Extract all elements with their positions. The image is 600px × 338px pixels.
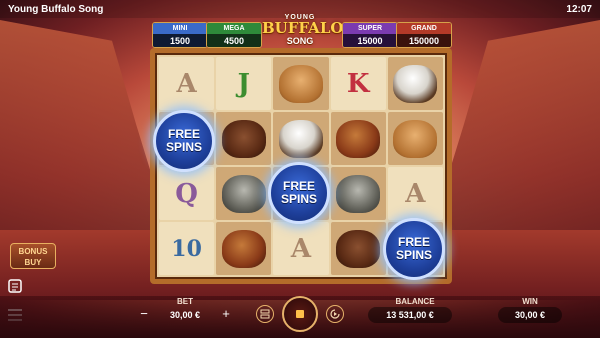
symbol-letter: 10 bbox=[171, 235, 202, 262]
reel-symbol-letter: A bbox=[159, 57, 215, 110]
autoplay-icon[interactable] bbox=[256, 305, 274, 323]
free-spins-text-2: SPINS bbox=[165, 140, 202, 154]
reel-symbol-horse bbox=[216, 222, 272, 275]
free-spins-text-2: SPINS bbox=[280, 192, 317, 206]
symbol-letter: J bbox=[237, 68, 250, 99]
wolf-icon bbox=[336, 174, 381, 213]
bonus-buy-line-1: BONUS bbox=[18, 247, 48, 256]
free-spins-text-2: SPINS bbox=[395, 248, 432, 262]
spin-button[interactable] bbox=[282, 296, 318, 332]
win-value: 30,00 € bbox=[498, 307, 562, 323]
jackpot-super-value: 15000 bbox=[343, 34, 397, 47]
reel-symbol-wolf bbox=[216, 167, 272, 220]
reel-symbol-bison bbox=[216, 112, 272, 165]
win-label: WIN bbox=[522, 297, 538, 306]
reel-symbol-letter: Q bbox=[159, 167, 215, 220]
free-spins-badge: FREE SPINS bbox=[153, 110, 215, 172]
bet-decrease-button[interactable]: − bbox=[136, 306, 152, 322]
jackpot-mega: MEGA 4500 bbox=[206, 22, 262, 48]
jackpot-grand: GRAND 150000 bbox=[396, 22, 452, 48]
reel-symbol-eagle bbox=[273, 112, 329, 165]
reel-symbol-cougar bbox=[387, 112, 443, 165]
turbo-icon[interactable] bbox=[326, 305, 344, 323]
reel-symbol-letter: J bbox=[216, 57, 272, 110]
reel-symbol-letter: A bbox=[387, 167, 443, 220]
jackpot-mini-label: MINI bbox=[153, 23, 207, 34]
eagle-icon bbox=[393, 64, 438, 103]
cougar-icon bbox=[278, 64, 323, 103]
bison-icon bbox=[221, 119, 266, 158]
bison-icon bbox=[336, 229, 381, 268]
reel-symbol-letter: K bbox=[330, 57, 386, 110]
bonus-buy-button[interactable]: BONUS BUY bbox=[10, 243, 56, 269]
jackpot-mini-value: 1500 bbox=[153, 34, 207, 47]
jackpot-super-label: SUPER bbox=[343, 23, 397, 34]
logo-line-3: SONG bbox=[286, 36, 314, 46]
jackpot-mega-label: MEGA bbox=[207, 23, 261, 34]
eagle-icon bbox=[278, 119, 323, 158]
paytable-icon[interactable] bbox=[8, 279, 24, 293]
reel-symbol-letter: A bbox=[273, 222, 329, 275]
jackpot-mega-value: 4500 bbox=[207, 34, 261, 47]
bet-label: BET bbox=[177, 297, 193, 306]
reel-symbol-bison bbox=[330, 222, 386, 275]
free-spins-badge: FREE SPINS bbox=[383, 218, 445, 280]
stop-spin-icon bbox=[296, 310, 304, 318]
cougar-icon bbox=[393, 119, 438, 158]
bet-increase-button[interactable]: + bbox=[218, 306, 234, 322]
game-title: Young Buffalo Song bbox=[8, 3, 104, 15]
jackpot-grand-value: 150000 bbox=[397, 34, 451, 47]
symbol-letter: K bbox=[346, 68, 370, 99]
reel-symbol-wolf bbox=[330, 167, 386, 220]
free-spins-badge: FREE SPINS bbox=[268, 162, 330, 224]
symbol-letter: A bbox=[405, 178, 426, 209]
reel-symbol-horse bbox=[330, 112, 386, 165]
balance-value: 13 531,00 € bbox=[368, 307, 452, 323]
symbol-letter: A bbox=[176, 68, 197, 99]
wolf-icon bbox=[221, 174, 266, 213]
bet-value: 30,00 € bbox=[169, 310, 201, 320]
jackpot-grand-label: GRAND bbox=[397, 23, 451, 34]
clock: 12:07 bbox=[566, 3, 592, 15]
symbol-letter: A bbox=[290, 233, 312, 264]
reel-symbol-cougar bbox=[273, 57, 329, 110]
reel-symbol-eagle bbox=[387, 57, 443, 110]
reel-symbol-letter: 10 bbox=[159, 222, 215, 275]
jackpot-super: SUPER 15000 bbox=[342, 22, 398, 48]
symbol-letter: Q bbox=[175, 178, 198, 209]
balance-label: BALANCE bbox=[395, 297, 435, 306]
bonus-buy-line-2: BUY bbox=[24, 258, 42, 267]
horse-icon bbox=[221, 229, 266, 268]
horse-icon bbox=[336, 119, 381, 158]
logo-line-2: BUFFALO bbox=[262, 19, 344, 37]
jackpot-mini: MINI 1500 bbox=[152, 22, 208, 48]
